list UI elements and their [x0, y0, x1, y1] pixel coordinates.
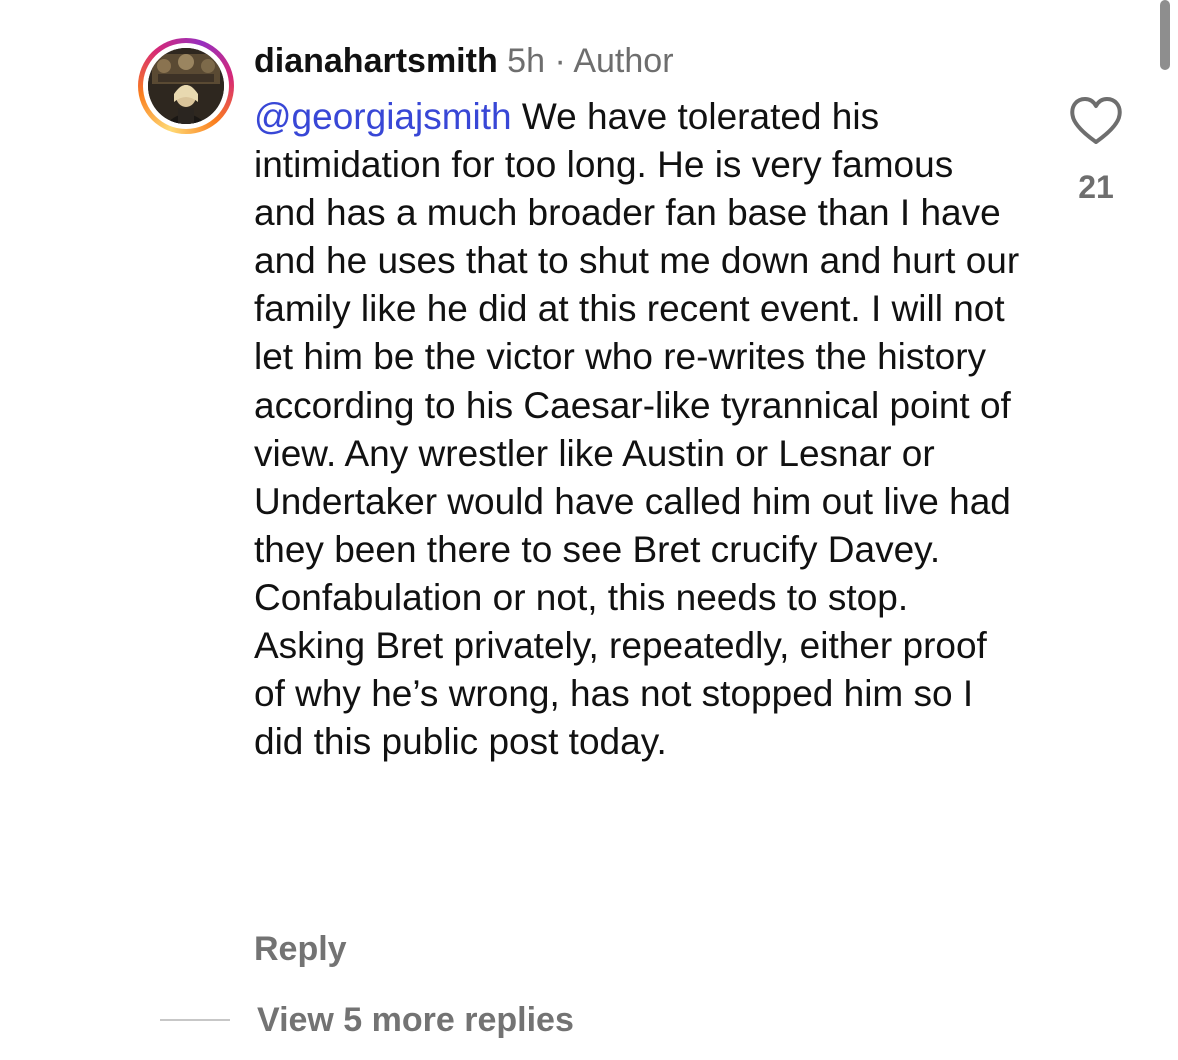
- story-ring[interactable]: [138, 38, 234, 134]
- comment-body-text: We have tolerated his intimidation for t…: [254, 96, 1020, 763]
- comment-age[interactable]: 5h: [507, 42, 545, 80]
- avatar[interactable]: [148, 48, 224, 124]
- comment-header: dianahartsmith 5h · Author: [254, 40, 674, 82]
- heart-outline-icon[interactable]: [1068, 95, 1124, 147]
- like-count: 21: [1078, 169, 1114, 205]
- comment-text: @georgiajsmith We have tolerated his int…: [254, 93, 1024, 766]
- username-link[interactable]: dianahartsmith: [254, 42, 498, 80]
- avatar-image: [148, 48, 224, 124]
- replies-divider: [160, 1019, 230, 1021]
- author-badge: Author: [573, 42, 674, 80]
- mention-link[interactable]: @georgiajsmith: [254, 96, 512, 137]
- view-more-replies-button[interactable]: View 5 more replies: [257, 999, 574, 1041]
- scrollbar-thumb[interactable]: [1160, 0, 1170, 70]
- reply-button[interactable]: Reply: [254, 928, 347, 970]
- meta-separator: ·: [545, 42, 574, 80]
